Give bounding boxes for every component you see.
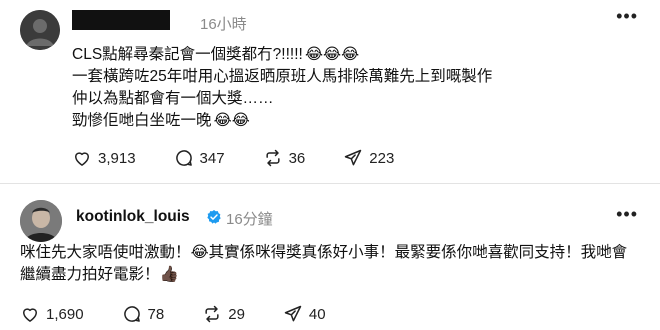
laugh-cry-emoji: 😂😂 — [213, 112, 250, 129]
comment-button[interactable]: 347 — [174, 148, 225, 168]
like-button[interactable]: 3,913 — [72, 148, 136, 168]
repost-count: 29 — [228, 305, 245, 323]
verified-badge-icon — [207, 210, 221, 224]
repost-button[interactable]: 29 — [202, 304, 245, 324]
post-text: 咪住先大家唔使咁激動！😂其實係咪得獎真係好小事！最緊要係你哋喜歡同支持！我哋會 … — [20, 242, 650, 286]
more-icon[interactable]: ••• — [616, 6, 638, 27]
like-button[interactable]: 1,690 — [20, 304, 84, 324]
heart-icon — [23, 308, 37, 322]
like-count: 3,913 — [98, 149, 136, 167]
post-text-line-2: 繼續盡力拍好電影！👍🏿 — [20, 266, 179, 283]
share-button[interactable]: 40 — [283, 304, 326, 324]
post-text-line-3: 仲以為點都會有一個大獎…… — [72, 90, 274, 107]
avatar[interactable] — [20, 200, 62, 242]
share-icon — [284, 305, 302, 322]
comment-count: 78 — [147, 305, 165, 323]
action-bar: 3,913 347 36 223 — [72, 148, 432, 168]
share-button[interactable]: 223 — [343, 148, 394, 168]
reply-post-2: kootinlok_louis 16分鐘 ••• 咪住先大家唔使咁激動！😂其實係… — [0, 184, 660, 330]
share-count: 40 — [308, 305, 326, 323]
repost-icon — [265, 149, 280, 167]
reply-post-1: 16小時 ••• CLS點解尋秦記會一個獎都冇?!!!!! 😂😂😂 一套橫跨咗25… — [0, 0, 660, 184]
username-link[interactable]: kootinlok_louis — [76, 208, 190, 226]
repost-count: 36 — [288, 149, 306, 167]
post-time: 16小時 — [200, 16, 247, 33]
post-text: CLS點解尋秦記會一個獎都冇?!!!!! 😂😂😂 一套橫跨咗25年咁用心搵返晒原班… — [72, 44, 632, 132]
post-time: 16分鐘 — [226, 211, 273, 228]
heart-icon — [75, 152, 89, 166]
comment-icon — [123, 306, 140, 322]
post-text-line-4: 勁慘佢哋白坐咗一晚 😂😂 — [72, 110, 632, 132]
repost-button[interactable]: 36 — [263, 148, 306, 168]
action-bar: 1,690 78 29 40 — [20, 304, 364, 324]
comment-button[interactable]: 78 — [122, 304, 165, 324]
post-text-line-1: 咪住先大家唔使咁激動！😂其實係咪得獎真係好小事！最緊要係你哋喜歡同支持！我哋會 — [20, 244, 628, 261]
post-text-line-1: CLS點解尋秦記會一個獎都冇?!!!!! 😂😂😂 — [72, 44, 632, 66]
like-count: 1,690 — [46, 305, 84, 323]
laugh-cry-emoji: 😂😂😂 — [304, 46, 360, 63]
share-count: 223 — [369, 149, 395, 167]
avatar[interactable] — [20, 10, 60, 50]
comment-icon — [175, 150, 192, 166]
more-icon[interactable]: ••• — [616, 204, 638, 225]
repost-icon — [205, 305, 219, 323]
comment-count: 347 — [199, 149, 225, 167]
redacted-username — [72, 10, 170, 30]
share-icon — [345, 149, 362, 166]
post-text-line-2: 一套橫跨咗25年咁用心搵返晒原班人馬排除萬難先上到嘅製作 — [72, 68, 493, 85]
